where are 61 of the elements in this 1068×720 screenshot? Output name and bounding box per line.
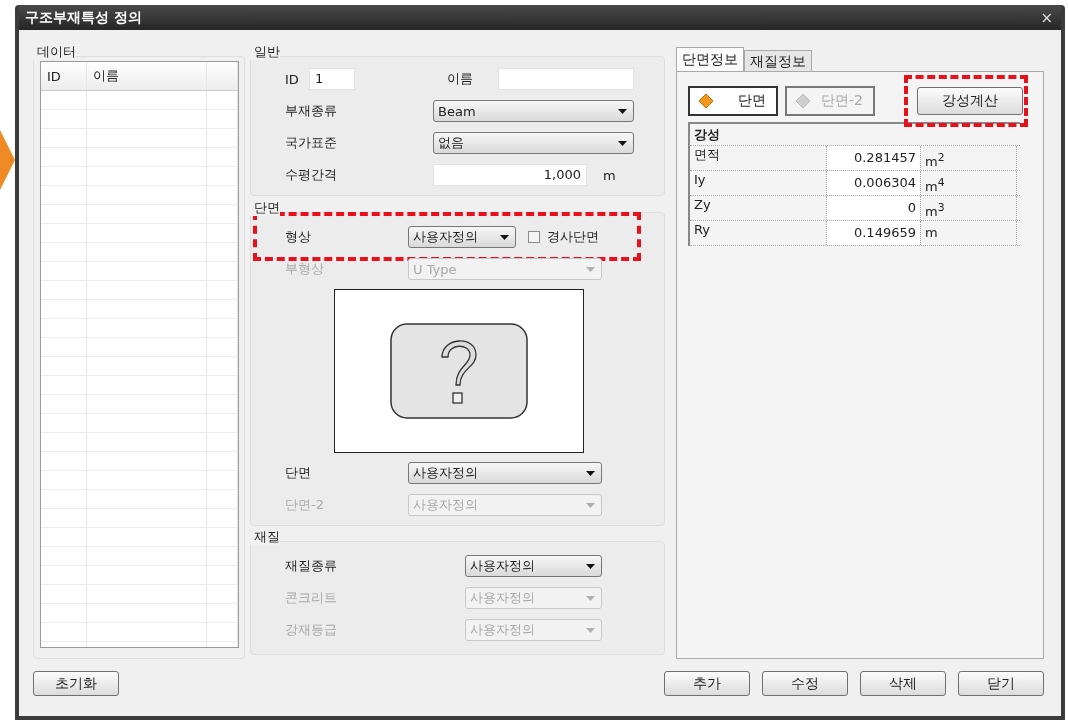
group-title: 데이터: [33, 44, 76, 60]
unit-label: m$^{3}$: [921, 196, 1017, 220]
property-value[interactable]: 0.006304: [827, 171, 921, 195]
close-button[interactable]: ×: [1040, 8, 1053, 27]
button[interactable]: 닫기: [958, 671, 1044, 696]
checkbox[interactable]: [528, 231, 540, 243]
dropdown[interactable]: 없음: [433, 132, 634, 154]
unit-label: m$^{4}$: [921, 171, 1017, 195]
field-label: ID: [285, 71, 300, 87]
unit-label: m$^{2}$: [921, 146, 1017, 170]
field-label: 이름: [447, 70, 474, 88]
toggle-button[interactable]: 단면: [688, 86, 778, 116]
tab[interactable]: 재질정보: [744, 50, 812, 71]
dropdown[interactable]: 사용자정의: [408, 462, 602, 484]
field-label: 국가표준: [285, 134, 338, 152]
caret-icon: [618, 140, 627, 146]
caret-icon: [586, 470, 595, 476]
field-label: 콘크리트: [285, 589, 338, 607]
group-title: 일반: [250, 44, 280, 60]
caret-icon: [586, 563, 595, 569]
tab[interactable]: 단면정보: [676, 47, 744, 71]
field-label: 단면-2: [285, 496, 325, 514]
button[interactable]: 삭제: [860, 671, 946, 696]
caret-icon: [586, 627, 595, 633]
field-label: 부재종류: [285, 102, 338, 120]
property-value[interactable]: 0.149659: [827, 221, 921, 245]
column-header[interactable]: ID: [41, 62, 87, 90]
field-label: 수평간격: [285, 166, 338, 184]
property-value[interactable]: 0: [827, 196, 921, 220]
caret-icon: [500, 234, 509, 240]
dropdown[interactable]: Beam: [433, 100, 634, 122]
arrow-drawing: [0, 130, 15, 190]
caret-icon: [586, 266, 595, 272]
group-title: 재질: [250, 529, 280, 545]
field-label: 강재등급: [285, 621, 338, 639]
window-title: 구조부재특성 정의: [25, 8, 142, 27]
field-label: 단면: [285, 464, 312, 482]
button[interactable]: 수정: [762, 671, 848, 696]
id-field[interactable]: 1: [309, 68, 355, 90]
calculate-button[interactable]: 강성계산: [917, 87, 1023, 115]
caret-icon: [586, 595, 595, 601]
dropdown[interactable]: 사용자정의: [408, 226, 516, 248]
unit-label: m: [921, 221, 1017, 245]
unit-label: m: [603, 167, 616, 183]
button[interactable]: 추가: [664, 671, 750, 696]
property-value[interactable]: 0.281457: [827, 146, 921, 170]
caret-icon: [586, 502, 595, 508]
checkbox-label: 경사단면: [547, 228, 599, 246]
number-field[interactable]: 1,000: [433, 164, 587, 186]
name-field[interactable]: [498, 68, 634, 90]
column-header[interactable]: 이름: [87, 62, 207, 90]
field-label: 형상: [285, 228, 312, 246]
question-mark-icon: [390, 323, 528, 419]
caret-icon: [618, 108, 627, 114]
field-label: 부형상: [285, 260, 325, 278]
group-title: 단면: [250, 200, 280, 216]
dropdown[interactable]: 사용자정의: [465, 555, 602, 577]
diamond-icon: [795, 93, 811, 109]
diamond-icon: [698, 93, 714, 109]
field-label: 재질종류: [285, 557, 338, 575]
button[interactable]: 초기화: [33, 671, 119, 696]
